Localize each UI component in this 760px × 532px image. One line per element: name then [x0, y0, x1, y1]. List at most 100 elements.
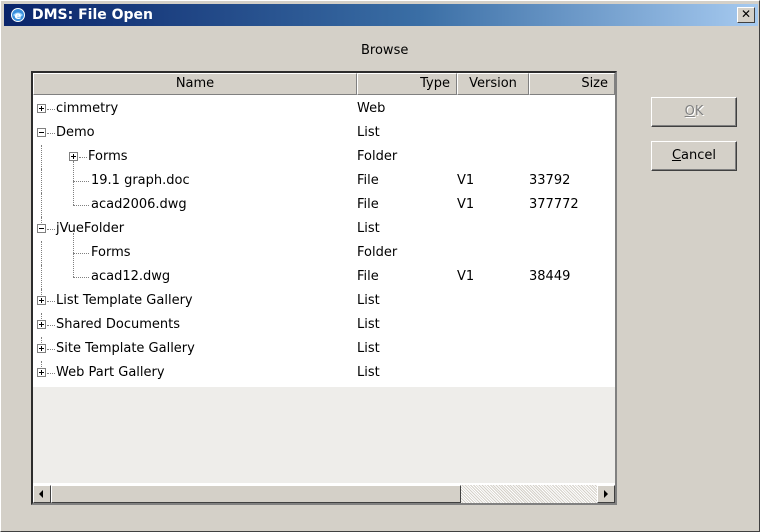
tree-connector [41, 193, 43, 217]
ok-button[interactable]: OK [651, 97, 737, 127]
tree-connector [41, 145, 43, 169]
scroll-right-button[interactable] [597, 485, 615, 503]
list-item[interactable]: List Template Gallery List [33, 289, 615, 313]
window-title: DMS: File Open [32, 7, 154, 23]
tree-connector [47, 301, 55, 303]
item-type: List [357, 317, 380, 332]
item-name: List Template Gallery [56, 293, 193, 308]
item-type: List [357, 341, 380, 356]
arrow-left-icon [39, 490, 43, 498]
tree-connector [47, 373, 55, 375]
collapse-minus-icon[interactable] [37, 224, 46, 233]
item-size: 377772 [529, 197, 579, 212]
ie-globe-icon: e [11, 8, 25, 22]
item-name: acad2006.dwg [91, 197, 187, 212]
item-version: V1 [457, 269, 475, 284]
list-item[interactable]: jVueFolder List [33, 217, 615, 241]
tree-connector [73, 181, 75, 205]
scroll-track[interactable] [461, 485, 597, 503]
cancel-label-rest: ancel [681, 148, 717, 163]
list-rows: cimmetry Web Demo List Forms Folder 19.1… [33, 97, 615, 385]
expand-plus-icon[interactable] [69, 152, 78, 161]
list-item[interactable]: Forms Folder [33, 233, 615, 265]
tree-connector [41, 265, 43, 289]
tree-connector [73, 161, 75, 181]
tree-connector [73, 233, 75, 253]
list-item[interactable]: Web Part Gallery List [33, 361, 615, 385]
item-name: cimmetry [56, 101, 119, 116]
item-name: Demo [56, 125, 95, 140]
item-name: Forms [91, 245, 131, 260]
item-type: List [357, 365, 380, 380]
tree-connector [73, 205, 89, 207]
collapse-minus-icon[interactable] [37, 128, 46, 137]
horizontal-scrollbar[interactable] [33, 485, 615, 503]
tree-connector [73, 277, 89, 279]
item-version: V1 [457, 173, 475, 188]
list-empty-area [33, 387, 615, 483]
tree-connector [47, 133, 55, 135]
file-open-dialog: e DMS: File Open ✕ Browse Name Type Vers… [0, 0, 760, 532]
list-item[interactable]: 19.1 graph.doc File V1 33792 [33, 161, 615, 193]
item-type: File [357, 269, 379, 284]
item-name: acad12.dwg [91, 269, 171, 284]
item-type: Web [357, 101, 386, 116]
tree-connector [73, 253, 75, 277]
expand-plus-icon[interactable] [37, 104, 46, 113]
tree-connector [47, 229, 55, 231]
browse-label: Browse [361, 43, 409, 58]
tree-connector [41, 169, 43, 193]
tree-connector [73, 181, 89, 183]
column-header-name[interactable]: Name [33, 73, 357, 95]
expand-plus-icon[interactable] [37, 296, 46, 305]
ok-mnemonic: O [684, 104, 695, 119]
tree-connector [73, 253, 89, 255]
scroll-left-button[interactable] [33, 485, 51, 503]
item-size: 33792 [529, 173, 571, 188]
item-name: 19.1 graph.doc [91, 173, 190, 188]
expand-plus-icon[interactable] [37, 320, 46, 329]
list-item[interactable]: Forms Folder [33, 145, 615, 169]
tree-connector [47, 349, 55, 351]
list-item[interactable]: acad2006.dwg File V1 377772 [33, 181, 615, 217]
column-header-size[interactable]: Size [529, 73, 615, 95]
expand-plus-icon[interactable] [37, 368, 46, 377]
file-list-view[interactable]: Name Type Version Size cimmetry Web Demo… [31, 71, 617, 505]
cancel-mnemonic: C [671, 148, 682, 163]
item-name: Forms [88, 149, 128, 164]
close-button[interactable]: ✕ [737, 7, 755, 23]
tree-connector [41, 241, 43, 265]
title-bar[interactable]: e DMS: File Open ✕ [4, 4, 758, 26]
expand-plus-icon[interactable] [37, 344, 46, 353]
item-name: Site Template Gallery [56, 341, 195, 356]
list-item[interactable]: Shared Documents List [33, 313, 615, 337]
list-item[interactable]: Site Template Gallery List [33, 337, 615, 361]
item-size: 38449 [529, 269, 571, 284]
item-type: File [357, 173, 379, 188]
svg-text:e: e [15, 11, 22, 22]
cancel-button[interactable]: Cancel [651, 141, 737, 171]
item-name: Shared Documents [56, 317, 181, 332]
item-type: Folder [357, 149, 398, 164]
scroll-thumb[interactable] [51, 485, 461, 503]
list-item[interactable]: acad12.dwg File V1 38449 [33, 253, 615, 289]
column-header-type[interactable]: Type [357, 73, 457, 95]
list-item[interactable]: Demo List [33, 121, 615, 145]
list-item[interactable]: cimmetry Web [33, 97, 615, 121]
item-type: List [357, 221, 380, 236]
column-header-version[interactable]: Version [457, 73, 529, 95]
arrow-right-icon [604, 490, 608, 498]
item-type: File [357, 197, 379, 212]
close-icon: ✕ [740, 7, 752, 21]
item-type: Folder [357, 245, 398, 260]
tree-connector [79, 157, 87, 159]
tree-connector [47, 109, 55, 111]
list-header: Name Type Version Size [33, 73, 615, 95]
item-version: V1 [457, 197, 475, 212]
item-name: jVueFolder [56, 221, 125, 236]
tree-connector [47, 325, 55, 327]
item-name: Web Part Gallery [56, 365, 165, 380]
item-type: List [357, 293, 380, 308]
ok-label-rest: K [694, 104, 704, 119]
item-type: List [357, 125, 380, 140]
